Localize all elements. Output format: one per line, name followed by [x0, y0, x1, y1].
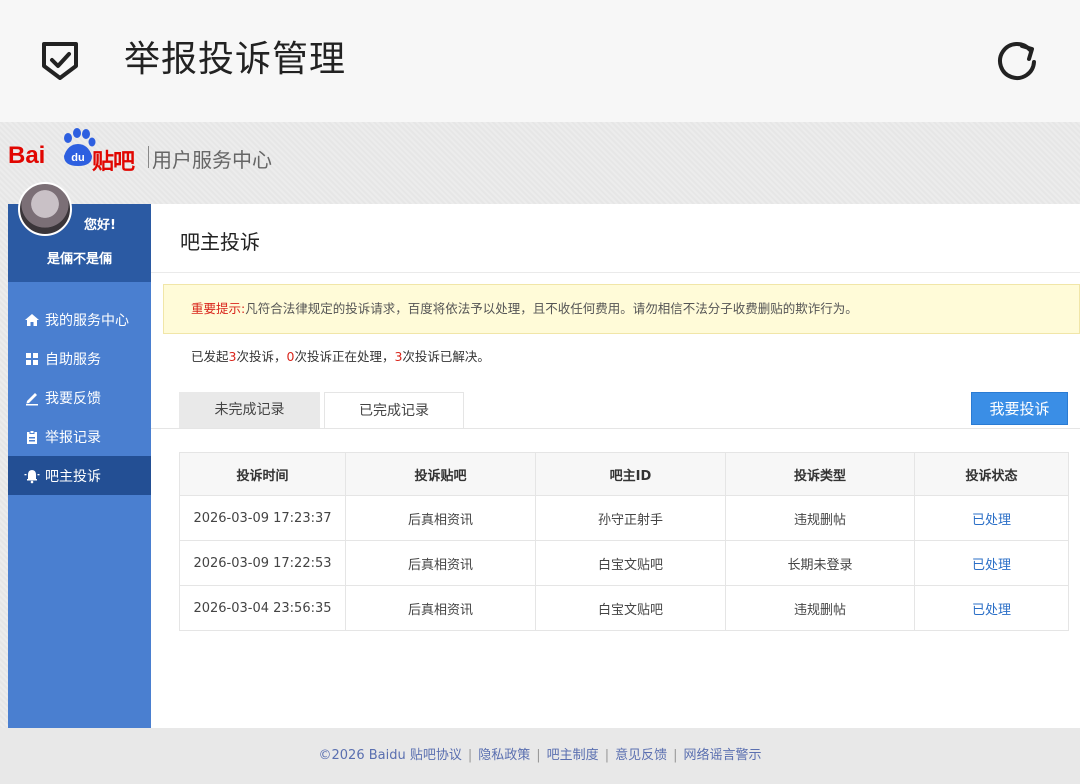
footer-divider: | — [536, 748, 541, 763]
title-divider — [151, 272, 1080, 273]
footer-link-feedback[interactable]: 意见反馈 — [615, 748, 667, 763]
col-header-time: 投诉时间 — [179, 452, 346, 496]
cell-status-link[interactable]: 已处理 — [914, 540, 1069, 586]
sidebar: 您好! 是倆不是倆 我的服务中心 自助服务 我要反馈 举报记录 吧主投诉 — [8, 182, 151, 728]
logo-tieba-text: 贴吧 — [92, 150, 135, 175]
cell-type: 长期未登录 — [725, 540, 915, 586]
tab-completed[interactable]: 已完成记录 — [324, 392, 464, 429]
sidebar-item-label: 自助服务 — [45, 351, 101, 368]
cell-time: 2026-03-04 23:56:35 — [179, 585, 346, 631]
cell-moderator-id: 孙守正射手 — [535, 495, 726, 541]
footer-link-rumor-warning[interactable]: 网络谣言警示 — [683, 748, 761, 763]
greeting-text: 您好! — [84, 218, 116, 233]
clipboard-icon — [27, 429, 37, 444]
sidebar-item-label: 我要反馈 — [45, 390, 101, 407]
bell-icon — [24, 469, 40, 483]
table-header-row: 投诉时间 投诉贴吧 吧主ID 投诉类型 投诉状态 — [179, 452, 1069, 496]
sidebar-nav: 我的服务中心 自助服务 我要反馈 举报记录 吧主投诉 — [8, 300, 151, 495]
shield-check-icon[interactable] — [36, 36, 84, 84]
table-row: 2026-03-09 17:23:37 后真相资讯 孙守正射手 违规删帖 已处理 — [179, 495, 1069, 541]
stats-text: 次投诉正在处理， — [294, 349, 395, 364]
main-panel: 吧主投诉 重要提示:凡符合法律规定的投诉请求，百度将依法予以处理，且不收任何费用… — [151, 204, 1080, 728]
col-header-type: 投诉类型 — [725, 452, 915, 496]
footer-divider: | — [467, 748, 473, 763]
sidebar-item-label: 吧主投诉 — [45, 468, 101, 485]
username[interactable]: 是倆不是倆 — [8, 248, 151, 267]
logo-divider — [148, 146, 149, 168]
sidebar-item-self-service[interactable]: 自助服务 — [8, 339, 151, 378]
sidebar-item-label: 我的服务中心 — [45, 312, 129, 329]
cell-moderator-id: 白宝文贴吧 — [535, 540, 726, 586]
cell-status-link[interactable]: 已处理 — [914, 495, 1069, 541]
cell-type: 违规删帖 — [725, 495, 915, 541]
app-title: 举报投诉管理 — [124, 39, 347, 80]
stats-text: 已发起 — [191, 349, 229, 364]
app-header: 举报投诉管理 — [0, 0, 1080, 122]
avatar[interactable] — [18, 182, 72, 236]
service-center-title: 用户服务中心 — [152, 148, 272, 172]
cell-forum: 后真相资讯 — [345, 585, 536, 631]
complaint-stats: 已发起3次投诉，0次投诉正在处理，3次投诉已解决。 — [191, 346, 490, 365]
stats-text: 次投诉已解决。 — [402, 349, 490, 364]
col-header-forum: 投诉贴吧 — [345, 452, 536, 496]
sidebar-item-label: 举报记录 — [45, 429, 101, 446]
tab-divider — [151, 428, 1080, 429]
refresh-icon[interactable] — [992, 36, 1042, 86]
col-header-status: 投诉状态 — [914, 452, 1069, 496]
logo-du-text: du — [71, 152, 84, 164]
stats-text: 次投诉， — [236, 349, 287, 364]
sidebar-item-feedback[interactable]: 我要反馈 — [8, 378, 151, 417]
cell-moderator-id: 白宝文贴吧 — [535, 585, 726, 631]
sidebar-item-moderator-complaint[interactable]: 吧主投诉 — [8, 456, 151, 495]
pencil-icon — [26, 392, 38, 405]
cell-type: 违规删帖 — [725, 585, 915, 631]
user-box: 您好! 是倆不是倆 — [8, 182, 151, 282]
footer-link-moderator-rules[interactable]: 吧主制度 — [547, 748, 599, 763]
cell-time: 2026-03-09 17:22:53 — [179, 540, 346, 586]
table-row: 2026-03-04 23:56:35 后真相资讯 白宝文贴吧 违规删帖 已处理 — [179, 585, 1069, 631]
page-title: 吧主投诉 — [180, 230, 260, 254]
col-header-moderator-id: 吧主ID — [535, 452, 726, 496]
complaint-table: 投诉时间 投诉贴吧 吧主ID 投诉类型 投诉状态 2026-03-09 17:2… — [179, 452, 1069, 631]
home-icon — [25, 313, 39, 326]
complain-button[interactable]: 我要投诉 — [971, 392, 1068, 425]
footer-link-privacy[interactable]: 隐私政策 — [478, 748, 530, 763]
table-row: 2026-03-09 17:22:53 后真相资讯 白宝文贴吧 长期未登录 已处… — [179, 540, 1069, 586]
tab-incomplete[interactable]: 未完成记录 — [179, 392, 320, 429]
baidu-tieba-logo[interactable]: Bai du 贴吧 用户服务中心 — [8, 126, 298, 175]
footer-copyright: ©2026 Baidu — [318, 748, 406, 763]
cell-time: 2026-03-09 17:23:37 — [179, 495, 346, 541]
sidebar-item-service-center[interactable]: 我的服务中心 — [8, 300, 151, 339]
cell-status-link[interactable]: 已处理 — [914, 585, 1069, 631]
important-notice: 重要提示:凡符合法律规定的投诉请求，百度将依法予以处理，且不收任何费用。请勿相信… — [163, 284, 1080, 334]
footer-divider: | — [673, 748, 678, 763]
footer: ©2026 Baidu 贴吧协议 | 隐私政策 | 吧主制度 | 意见反馈 | 网络谣言警示 — [0, 728, 1080, 784]
logo-bai-text: Bai — [8, 142, 46, 169]
footer-divider: | — [604, 748, 610, 763]
notice-text: 凡符合法律规定的投诉请求，百度将依法予以处理，且不收任何费用。请勿相信不法分子收… — [245, 301, 858, 316]
notice-prefix: 重要提示: — [191, 301, 246, 316]
cell-forum: 后真相资讯 — [345, 540, 536, 586]
grid-icon — [26, 352, 38, 365]
footer-link-agreement[interactable]: 贴吧协议 — [410, 748, 462, 763]
sidebar-item-report-records[interactable]: 举报记录 — [8, 417, 151, 456]
cell-forum: 后真相资讯 — [345, 495, 536, 541]
